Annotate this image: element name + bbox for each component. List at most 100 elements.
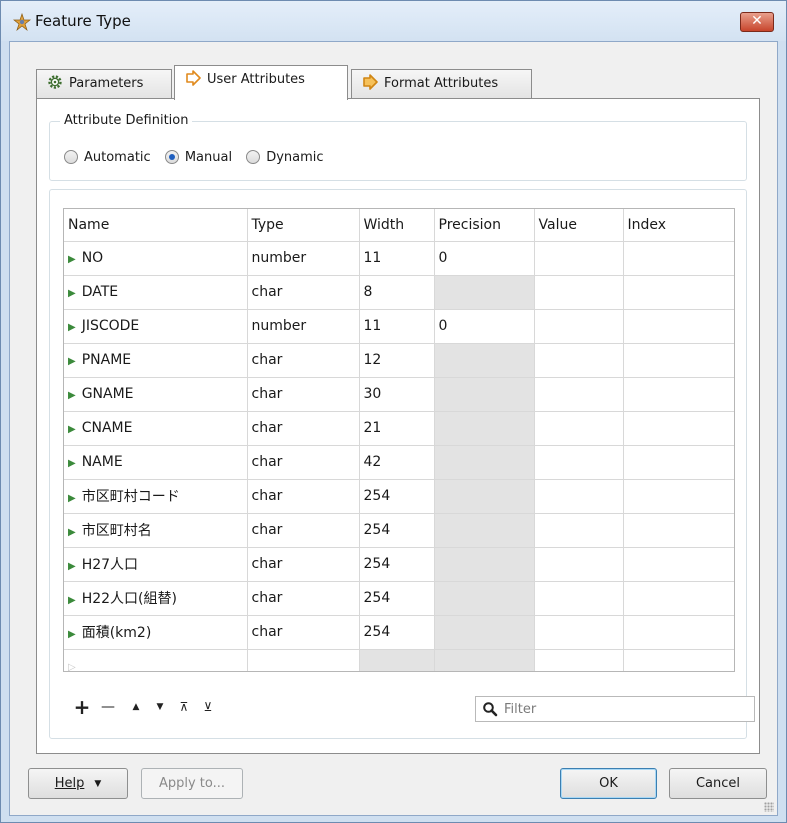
expand-arrow-icon[interactable]: ▶ <box>68 288 76 299</box>
index-cell[interactable] <box>623 513 734 548</box>
width-cell[interactable]: 254 <box>359 513 435 548</box>
move-bottom-button[interactable]: ⊻ <box>198 695 218 719</box>
name-cell[interactable]: ▶ JISCODE <box>64 309 248 344</box>
type-cell[interactable]: char <box>247 445 360 480</box>
index-cell[interactable] <box>623 649 734 671</box>
type-cell[interactable]: char <box>247 275 360 310</box>
name-cell[interactable]: ▶ NAME <box>64 445 248 480</box>
index-cell[interactable] <box>623 343 734 378</box>
width-cell[interactable]: 254 <box>359 615 435 650</box>
column-header-value[interactable]: Value <box>534 209 624 242</box>
table-row[interactable]: ▶ NAME char 42 <box>64 445 734 480</box>
value-cell[interactable] <box>534 309 624 344</box>
value-cell[interactable] <box>534 649 624 671</box>
filter-input[interactable] <box>502 700 747 718</box>
expand-arrow-icon[interactable]: ▶ <box>68 629 76 640</box>
table-row[interactable]: ▶ H27人口 char 254 <box>64 547 734 582</box>
expand-arrow-icon[interactable]: ▶ <box>68 561 76 572</box>
table-row[interactable]: ▶ GNAME char 30 <box>64 377 734 412</box>
index-cell[interactable] <box>623 479 734 514</box>
width-cell[interactable]: 254 <box>359 479 435 514</box>
radio-manual-label[interactable]: Manual <box>185 150 232 165</box>
column-header-precision[interactable]: Precision <box>434 209 535 242</box>
value-cell[interactable] <box>534 241 624 276</box>
index-cell[interactable] <box>623 581 734 616</box>
value-cell[interactable] <box>534 615 624 650</box>
expand-arrow-icon[interactable]: ▶ <box>68 322 76 333</box>
type-cell[interactable]: char <box>247 581 360 616</box>
radio-dynamic[interactable] <box>246 150 261 164</box>
type-cell[interactable]: char <box>247 513 360 548</box>
remove-attribute-button[interactable]: — <box>98 695 118 719</box>
index-cell[interactable] <box>623 547 734 582</box>
type-cell[interactable] <box>247 649 360 671</box>
name-cell[interactable]: ▶ GNAME <box>64 377 248 412</box>
width-cell[interactable]: 8 <box>359 275 435 310</box>
table-row[interactable]: ▶ H22人口(組替) char 254 <box>64 581 734 616</box>
tab-parameters[interactable]: Parameters <box>36 69 172 99</box>
name-cell[interactable]: ▶ H22人口(組替) <box>64 581 248 616</box>
cancel-button[interactable]: Cancel <box>669 768 767 799</box>
width-cell[interactable]: 254 <box>359 581 435 616</box>
value-cell[interactable] <box>534 343 624 378</box>
width-cell[interactable]: 42 <box>359 445 435 480</box>
expand-arrow-icon[interactable]: ▶ <box>68 356 76 367</box>
index-cell[interactable] <box>623 411 734 446</box>
table-row[interactable]: ▶ PNAME char 12 <box>64 343 734 378</box>
name-cell[interactable]: ▶ 市区町村コード <box>64 479 248 514</box>
name-cell[interactable]: ▶ 市区町村名 <box>64 513 248 548</box>
tab-format-attributes[interactable]: Format Attributes <box>351 69 532 99</box>
value-cell[interactable] <box>534 513 624 548</box>
attributes-table[interactable]: Name Type Width Precision Value Index ▶ N… <box>63 208 735 672</box>
expand-arrow-icon[interactable]: ▶ <box>68 527 76 538</box>
help-button[interactable]: Help ▼ <box>28 768 128 799</box>
value-cell[interactable] <box>534 479 624 514</box>
value-cell[interactable] <box>534 377 624 412</box>
name-cell[interactable]: ▶ NO <box>64 241 248 276</box>
radio-automatic-label[interactable]: Automatic <box>84 150 151 165</box>
radio-automatic[interactable] <box>64 150 78 164</box>
type-cell[interactable]: char <box>247 343 360 378</box>
column-header-name[interactable]: Name <box>64 209 248 242</box>
type-cell[interactable]: char <box>247 377 360 412</box>
precision-cell[interactable]: 0 <box>434 241 535 276</box>
index-cell[interactable] <box>623 445 734 480</box>
value-cell[interactable] <box>534 547 624 582</box>
type-cell[interactable]: number <box>247 241 360 276</box>
name-cell[interactable]: ▶ DATE <box>64 275 248 310</box>
tab-user-attributes[interactable]: User Attributes <box>174 65 348 100</box>
expand-arrow-icon[interactable]: ▶ <box>68 254 76 265</box>
type-cell[interactable]: char <box>247 547 360 582</box>
name-cell[interactable]: ▶ PNAME <box>64 343 248 378</box>
filter-box[interactable] <box>475 696 755 722</box>
width-cell[interactable]: 21 <box>359 411 435 446</box>
type-cell[interactable]: number <box>247 309 360 344</box>
close-button[interactable]: ✕ <box>740 12 774 32</box>
apply-to-button[interactable]: Apply to... <box>141 768 243 799</box>
table-row[interactable]: ▶ NO number 11 0 <box>64 241 734 276</box>
type-cell[interactable]: char <box>247 615 360 650</box>
type-cell[interactable]: char <box>247 479 360 514</box>
expand-arrow-icon[interactable]: ▶ <box>68 458 76 469</box>
value-cell[interactable] <box>534 581 624 616</box>
name-cell[interactable]: ▶ H27人口 <box>64 547 248 582</box>
index-cell[interactable] <box>623 275 734 310</box>
width-cell[interactable]: 254 <box>359 547 435 582</box>
expand-arrow-icon[interactable]: ▶ <box>68 493 76 504</box>
move-top-button[interactable]: ⊼ <box>174 695 194 719</box>
column-header-width[interactable]: Width <box>359 209 435 242</box>
resize-grip[interactable] <box>764 802 774 812</box>
width-cell[interactable]: 30 <box>359 377 435 412</box>
ok-button[interactable]: OK <box>560 768 657 799</box>
table-row[interactable]: ▶ DATE char 8 <box>64 275 734 310</box>
radio-manual[interactable] <box>164 150 179 164</box>
name-cell[interactable]: ▶ 面積(km2) <box>64 615 248 650</box>
new-row[interactable]: ▷ <box>64 649 734 671</box>
value-cell[interactable] <box>534 445 624 480</box>
radio-dynamic-label[interactable]: Dynamic <box>266 150 323 165</box>
expand-arrow-icon[interactable]: ▶ <box>68 595 76 606</box>
table-row[interactable]: ▶ 面積(km2) char 254 <box>64 615 734 650</box>
name-cell[interactable]: ▷ <box>64 649 248 671</box>
value-cell[interactable] <box>534 411 624 446</box>
width-cell[interactable]: 12 <box>359 343 435 378</box>
